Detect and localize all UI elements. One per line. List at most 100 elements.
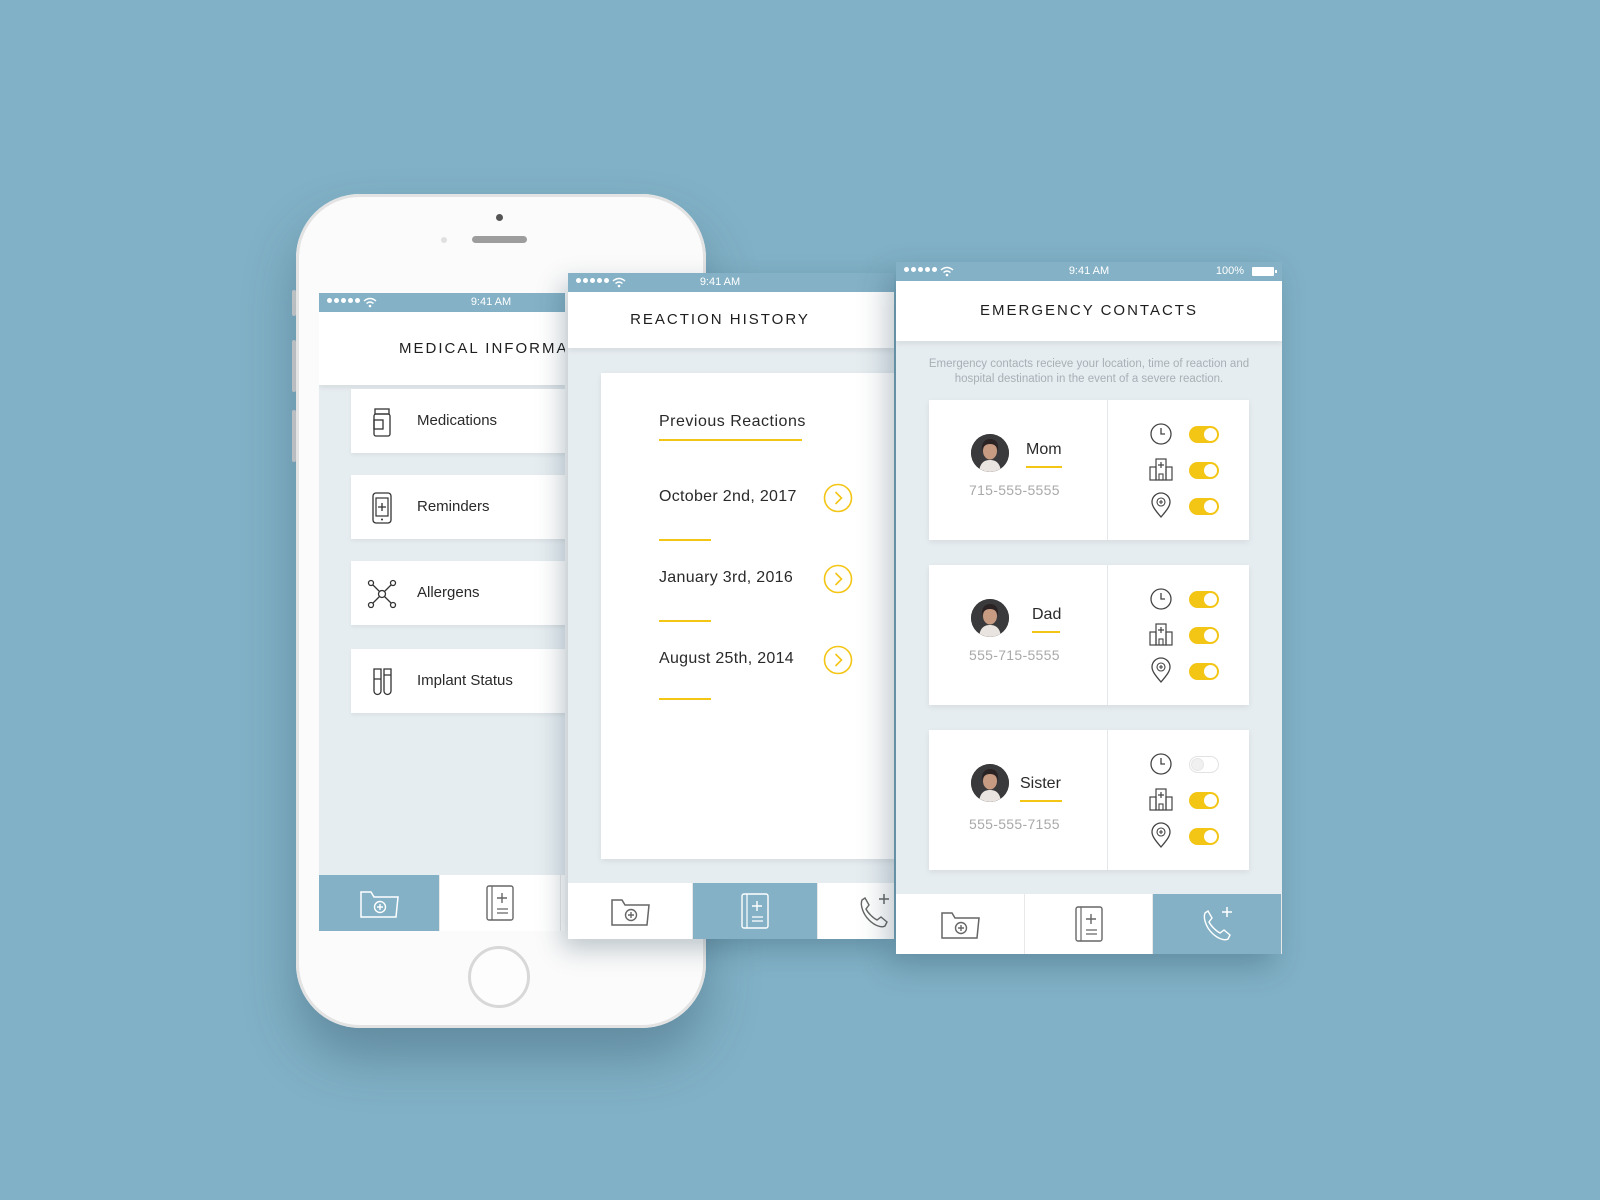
pill-bottle-icon <box>373 408 391 437</box>
medical-book-icon <box>741 893 769 929</box>
title-bar: MEDICAL INFORMAT <box>319 312 565 385</box>
hospital-toggle[interactable] <box>1189 462 1219 479</box>
location-pin-icon <box>1151 822 1171 848</box>
reaction-date[interactable]: August 25th, 2014 <box>659 650 794 668</box>
section-underline <box>659 439 802 441</box>
status-bar: 9:41 AM <box>568 273 894 292</box>
contact-phone: 555-555-7155 <box>969 816 1060 832</box>
chevron-right-icon[interactable] <box>823 564 853 594</box>
tab-medical-information[interactable] <box>568 883 693 939</box>
emergency-contacts-screen: 9:41 AM 100% EMERGENCY CONTACTS Emergenc… <box>896 262 1282 954</box>
contact-card[interactable]: Dad 555-715-5555 <box>929 565 1249 705</box>
molecule-icon <box>367 579 397 609</box>
battery-icon <box>1252 267 1277 276</box>
menu-item-label: Medications <box>417 412 498 429</box>
location-toggle[interactable] <box>1189 663 1219 680</box>
clock-icon <box>1150 753 1172 775</box>
time-toggle[interactable] <box>1189 756 1219 773</box>
reaction-underline <box>659 698 711 700</box>
chevron-right-icon[interactable] <box>823 483 853 513</box>
hospital-toggle[interactable] <box>1189 792 1219 809</box>
hospital-icon <box>1149 788 1173 811</box>
menu-item-label: Reminders <box>417 498 490 515</box>
card-divider <box>1107 730 1108 870</box>
test-tubes-icon <box>373 668 392 696</box>
phone-plus-icon <box>1203 907 1233 941</box>
medical-information-screen: 9:41 AM MEDICAL INFORMAT Medications Rem… <box>319 293 565 931</box>
status-time: 9:41 AM <box>470 296 512 308</box>
avatar <box>971 599 1009 637</box>
clock-icon <box>1150 588 1172 610</box>
menu-item-reminders[interactable]: Reminders <box>351 475 565 539</box>
contact-name: Mom <box>1026 441 1062 458</box>
reactions-panel: Previous Reactions October 2nd, 2017 Jan… <box>601 373 894 859</box>
home-button[interactable] <box>468 946 530 1008</box>
medical-folder-icon <box>360 891 399 918</box>
time-toggle[interactable] <box>1189 426 1219 443</box>
earpiece-speaker <box>472 236 527 243</box>
chevron-right-icon[interactable] <box>823 645 853 675</box>
menu-item-label: Allergens <box>417 584 480 601</box>
reaction-history-screen: 9:41 AM REACTION HISTORY Previous Reacti… <box>568 273 894 939</box>
contact-phone: 715-555-5555 <box>969 482 1060 498</box>
reaction-underline <box>659 539 711 541</box>
location-toggle[interactable] <box>1189 498 1219 515</box>
tab-bar <box>319 875 565 931</box>
status-bar: 9:41 AM 100% <box>896 262 1282 281</box>
page-title: REACTION HISTORY <box>630 311 810 328</box>
medical-book-icon <box>1074 906 1103 942</box>
contact-name: Dad <box>1032 606 1062 623</box>
title-bar: REACTION HISTORY <box>568 292 894 348</box>
tab-reaction-history[interactable] <box>440 875 561 931</box>
description-text: Emergency contacts recieve your location… <box>928 358 1250 385</box>
section-title: Previous Reactions <box>659 413 806 430</box>
hospital-icon <box>1149 623 1173 646</box>
name-underline <box>1026 466 1062 468</box>
status-bar: 9:41 AM <box>319 293 565 312</box>
tab-medical-information[interactable] <box>319 875 440 931</box>
location-pin-icon <box>1151 492 1171 518</box>
reaction-underline <box>659 620 711 622</box>
contact-name: Sister <box>1020 775 1061 792</box>
card-divider <box>1107 400 1108 540</box>
medical-folder-icon <box>941 912 980 939</box>
medical-book-icon <box>486 885 514 921</box>
medical-folder-icon <box>611 899 650 926</box>
contact-card[interactable]: Sister 555-555-7155 <box>929 730 1249 870</box>
avatar <box>971 434 1009 472</box>
menu-item-allergens[interactable]: Allergens <box>351 561 565 625</box>
phone-plus-icon <box>860 894 889 928</box>
menu-item-medications[interactable]: Medications <box>351 389 565 453</box>
menu-item-implant-status[interactable]: Implant Status <box>351 649 565 713</box>
hospital-toggle[interactable] <box>1189 627 1219 644</box>
time-toggle[interactable] <box>1189 591 1219 608</box>
tab-bar <box>568 883 894 939</box>
phone-reminder-icon <box>372 492 392 524</box>
front-camera <box>496 214 503 221</box>
reaction-date[interactable]: January 3rd, 2016 <box>659 569 793 587</box>
location-pin-icon <box>1151 657 1171 683</box>
tab-emergency-contacts[interactable] <box>818 883 894 939</box>
tab-reaction-history[interactable] <box>1025 894 1154 954</box>
tab-reaction-history[interactable] <box>693 883 818 939</box>
location-toggle[interactable] <box>1189 828 1219 845</box>
proximity-sensor <box>441 237 447 243</box>
avatar <box>971 764 1009 802</box>
page-title: MEDICAL INFORMAT <box>399 340 565 357</box>
battery-percent: 100% <box>1215 265 1244 277</box>
contact-card[interactable]: Mom 715-555-5555 <box>929 400 1249 540</box>
page-title: EMERGENCY CONTACTS <box>980 302 1198 319</box>
tab-emergency-contacts[interactable] <box>1153 894 1282 954</box>
menu-item-label: Implant Status <box>417 672 513 689</box>
card-divider <box>1107 565 1108 705</box>
status-time: 9:41 AM <box>699 276 741 288</box>
tab-bar <box>896 894 1282 954</box>
tab-medical-information[interactable] <box>896 894 1025 954</box>
name-underline <box>1032 631 1060 633</box>
reaction-date[interactable]: October 2nd, 2017 <box>659 488 797 506</box>
hospital-icon <box>1149 458 1173 481</box>
title-bar: EMERGENCY CONTACTS <box>896 281 1282 341</box>
contact-phone: 555-715-5555 <box>969 647 1060 663</box>
name-underline <box>1020 800 1062 802</box>
clock-icon <box>1150 423 1172 445</box>
